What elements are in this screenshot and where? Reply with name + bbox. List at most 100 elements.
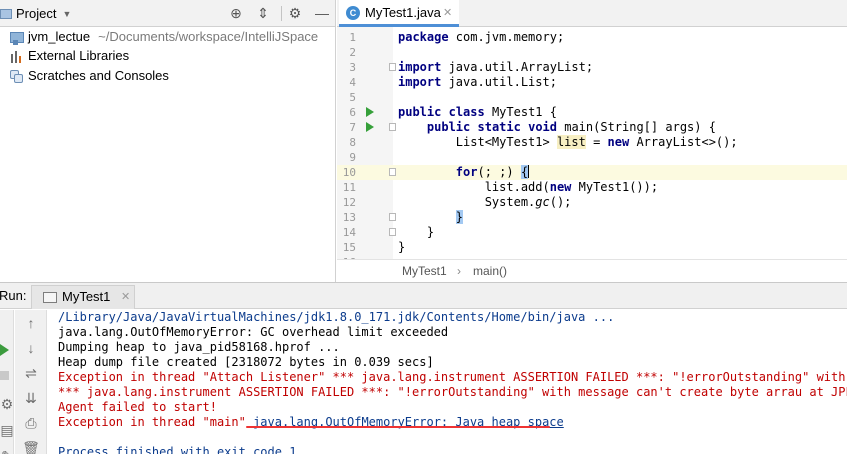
run-toolbar-primary: ⚙ ▤ ✎ bbox=[0, 310, 14, 454]
console-line: *** java.lang.instrument ASSERTION FAILE… bbox=[58, 385, 847, 399]
code-text: } bbox=[455, 210, 464, 224]
code-text: public class MyTest1 { bbox=[398, 105, 557, 119]
project-view-selector[interactable]: Project ▼ bbox=[0, 5, 71, 22]
soft-wrap-icon[interactable]: ⇌ bbox=[21, 364, 41, 382]
line-number[interactable]: 6 bbox=[337, 105, 356, 120]
console-output[interactable]: /Library/Java/JavaVirtualMachines/jdk1.8… bbox=[58, 310, 847, 454]
console-line: Exception in thread "Attach Listener" **… bbox=[58, 370, 847, 384]
console-error-text: Exception in thread "main" bbox=[58, 415, 254, 429]
fold-icon[interactable] bbox=[389, 213, 396, 221]
fold-icon[interactable] bbox=[389, 168, 396, 176]
line-number[interactable]: 11 bbox=[337, 180, 356, 195]
code-line[interactable]: 1 package com.jvm.memory; bbox=[337, 30, 847, 45]
header-divider bbox=[281, 6, 282, 21]
run-toolbar-secondary: ↑ ↓ ⇌ ⇊ ⎙ 🗑 bbox=[15, 310, 47, 454]
application-icon bbox=[43, 292, 57, 303]
code-line[interactable]: 10 for(; ;) { bbox=[337, 165, 847, 180]
code-line[interactable]: 12 System.gc(); bbox=[337, 195, 847, 210]
code-line[interactable]: 9 bbox=[337, 150, 847, 165]
fold-icon[interactable] bbox=[389, 228, 396, 236]
run-label: Run: bbox=[0, 288, 27, 303]
fold-icon[interactable] bbox=[389, 123, 396, 131]
code-line[interactable]: 7 public static void main(String[] args)… bbox=[337, 120, 847, 135]
editor-tab-bar: C MyTest1.java ✕ bbox=[337, 0, 847, 27]
module-name: jvm_lectue bbox=[28, 29, 91, 44]
line-number[interactable]: 5 bbox=[337, 90, 356, 105]
module-icon bbox=[10, 32, 24, 46]
tree-item-label: External Libraries bbox=[28, 48, 130, 63]
libraries-icon bbox=[10, 50, 24, 63]
close-icon[interactable]: ✕ bbox=[121, 289, 130, 305]
code-line[interactable]: 11 list.add(new MyTest1()); bbox=[337, 180, 847, 195]
code-text: package com.jvm.memory; bbox=[398, 30, 565, 44]
line-number[interactable]: 2 bbox=[337, 45, 356, 60]
scroll-to-end-icon[interactable]: ⇊ bbox=[21, 389, 41, 407]
tree-item-external-libraries[interactable]: External Libraries bbox=[10, 46, 129, 66]
line-number[interactable]: 15 bbox=[337, 240, 356, 255]
scroll-up-icon[interactable]: ↑ bbox=[21, 314, 41, 332]
gear-icon[interactable]: ⚙ bbox=[286, 4, 304, 22]
line-number[interactable]: 9 bbox=[337, 150, 356, 165]
close-icon[interactable]: ✕ bbox=[443, 5, 452, 21]
breadcrumb-method[interactable]: main() bbox=[473, 260, 507, 282]
stop-icon[interactable] bbox=[0, 371, 9, 380]
run-icon[interactable] bbox=[0, 344, 9, 356]
line-number[interactable]: 14 bbox=[337, 225, 356, 240]
code-line[interactable]: 3 import java.util.ArrayList; bbox=[337, 60, 847, 75]
run-tab-mytest1[interactable]: MyTest1 ✕ bbox=[31, 285, 135, 309]
code-line[interactable]: 5 bbox=[337, 90, 847, 105]
console-line: /Library/Java/JavaVirtualMachines/jdk1.8… bbox=[58, 310, 615, 324]
trash-icon[interactable]: 🗑 bbox=[21, 439, 41, 454]
code-line[interactable]: 6 public class MyTest1 { bbox=[337, 105, 847, 120]
minimize-icon[interactable]: — bbox=[313, 4, 331, 22]
code-line[interactable]: 13 } bbox=[337, 210, 847, 225]
code-text: List<MyTest1> list = new ArrayList<>(); bbox=[398, 135, 738, 149]
collapse-icon[interactable]: ⇕ bbox=[254, 4, 272, 22]
console-line: Agent failed to start! bbox=[58, 400, 217, 414]
line-number[interactable]: 4 bbox=[337, 75, 356, 90]
tree-item-module[interactable]: jvm_lectue ~/Documents/workspace/IntelliJ… bbox=[10, 27, 318, 47]
java-class-icon: C bbox=[346, 6, 360, 20]
line-number[interactable]: 13 bbox=[337, 210, 356, 225]
line-number[interactable]: 8 bbox=[337, 135, 356, 150]
project-title-label: Project bbox=[16, 6, 57, 21]
breadcrumb-class[interactable]: MyTest1 bbox=[402, 260, 447, 282]
code-editor: C MyTest1.java ✕ 1 package com.jvm.memory… bbox=[337, 0, 847, 282]
code-text: } bbox=[398, 225, 435, 239]
project-panel-header: Project ▼ ⊕ ⇕ ⚙ — bbox=[0, 0, 335, 27]
code-line[interactable]: 15} bbox=[337, 240, 847, 255]
code-line[interactable]: 4 import java.util.List; bbox=[337, 75, 847, 90]
run-gutter-icon[interactable] bbox=[366, 107, 374, 117]
console-line: Dumping heap to java_pid58168.hprof ... bbox=[58, 340, 340, 354]
code-text: import java.util.ArrayList; bbox=[398, 60, 594, 74]
line-number[interactable]: 10 bbox=[337, 165, 356, 180]
code-text: System.gc(); bbox=[398, 195, 572, 209]
breadcrumb: MyTest1 › main() bbox=[337, 259, 847, 282]
fold-icon[interactable] bbox=[389, 63, 396, 71]
annotation-underline bbox=[246, 426, 550, 428]
run-gutter-icon[interactable] bbox=[366, 122, 374, 132]
run-panel: Run: MyTest1 ✕ ⚙ ▤ ✎ ↑ ↓ ⇌ ⇊ ⎙ 🗑 /Librar… bbox=[0, 282, 847, 454]
line-number[interactable]: 3 bbox=[337, 60, 356, 75]
scratches-icon bbox=[10, 69, 24, 84]
tree-item-scratches[interactable]: Scratches and Consoles bbox=[10, 66, 169, 86]
code-line[interactable]: 2 bbox=[337, 45, 847, 60]
tree-item-label: Scratches and Consoles bbox=[28, 68, 169, 83]
project-folder-icon bbox=[0, 9, 12, 19]
project-panel: Project ▼ ⊕ ⇕ ⚙ — jvm_lectue ~/Documents/w… bbox=[0, 0, 336, 282]
chevron-down-icon: ▼ bbox=[62, 9, 72, 19]
code-line[interactable]: 8 List<MyTest1> list = new ArrayList<>()… bbox=[337, 135, 847, 150]
code-line[interactable]: 14 } bbox=[337, 225, 847, 240]
scroll-down-icon[interactable]: ↓ bbox=[21, 339, 41, 357]
code-text: public static void main(String[] args) { bbox=[426, 120, 716, 134]
print-icon[interactable]: ⎙ bbox=[21, 414, 41, 432]
console-line: Heap dump file created [2318072 bytes in… bbox=[58, 355, 434, 369]
breadcrumb-separator: › bbox=[457, 264, 461, 278]
tab-mytest1-java[interactable]: C MyTest1.java ✕ bbox=[339, 0, 459, 27]
line-number[interactable]: 12 bbox=[337, 195, 356, 210]
line-number[interactable]: 1 bbox=[337, 30, 356, 45]
crosshair-icon[interactable]: ⊕ bbox=[227, 4, 245, 22]
line-number[interactable]: 7 bbox=[337, 120, 356, 135]
module-path: ~/Documents/workspace/IntelliJSpace bbox=[98, 29, 319, 44]
code-text: list.add(new MyTest1()); bbox=[398, 180, 659, 194]
